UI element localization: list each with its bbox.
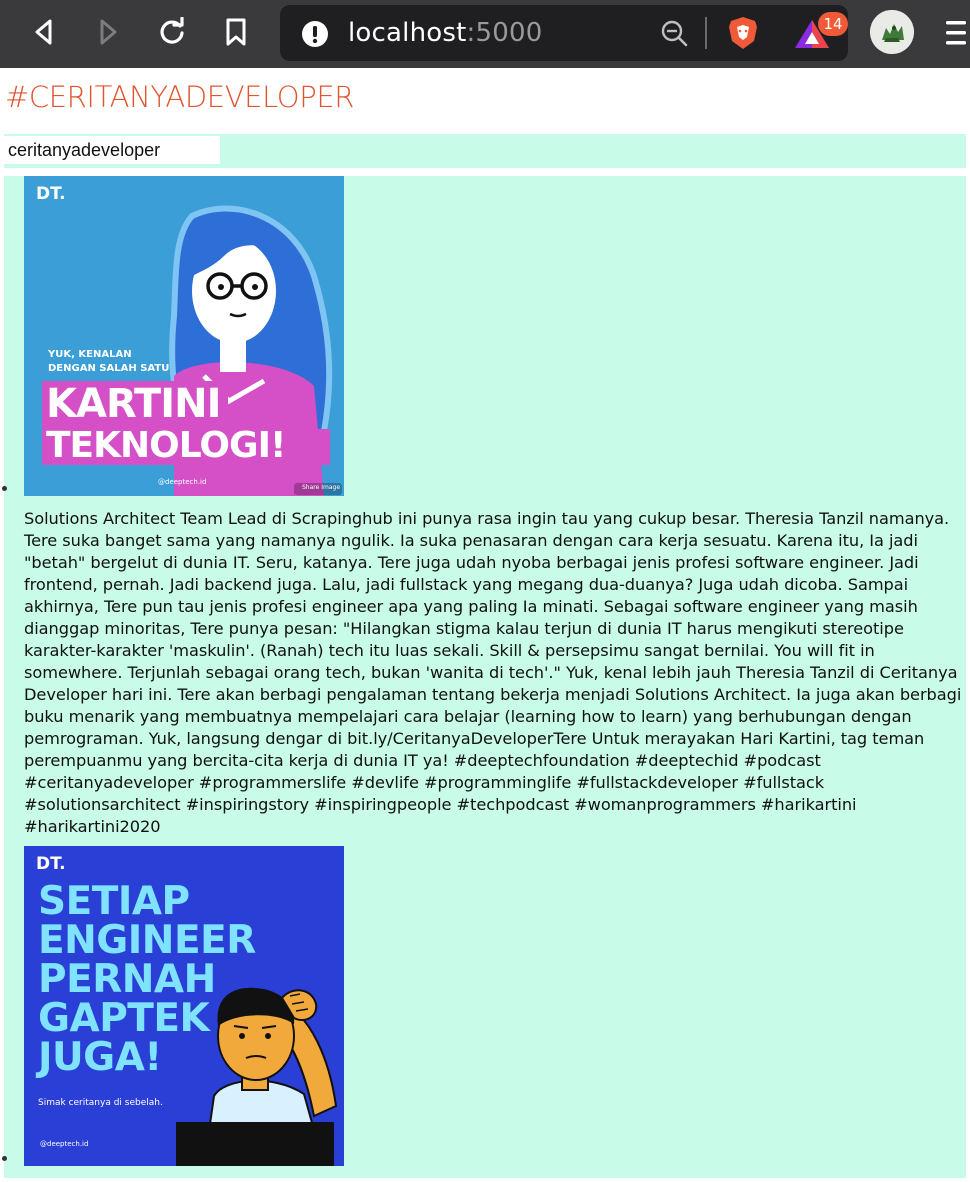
list-bullet	[2, 1156, 7, 1161]
headline-line: SETIAP	[38, 879, 190, 924]
kicker-line: YUK, KENALAN	[48, 349, 132, 360]
image-handle: @deeptech.id	[40, 1140, 89, 1148]
list-bullet	[2, 486, 7, 491]
page-title: #CERITANYADEVELOPER	[5, 80, 354, 114]
post-caption: Solutions Architect Team Lead di Scrapin…	[24, 509, 962, 836]
forward-icon[interactable]	[90, 14, 126, 50]
reload-icon[interactable]	[154, 14, 190, 50]
post-feed: DT. YUK, KENALAN DENGAN SALAH SATU KARTI…	[2, 176, 966, 1178]
site-info-icon[interactable]	[301, 20, 329, 52]
back-icon[interactable]	[26, 14, 62, 50]
headline-line: ENGINEER	[38, 918, 256, 963]
headline-line: GAPTEK	[38, 996, 210, 1041]
zoom-out-icon[interactable]	[660, 19, 688, 51]
headline-line: KARTINI	[46, 381, 221, 427]
url-text[interactable]: localhost:5000	[348, 18, 542, 48]
url-port: :5000	[466, 18, 543, 48]
share-image-label[interactable]: Share Image	[302, 484, 340, 491]
image-headline: SETIAP ENGINEER PERNAH GAPTEK JUGA!	[38, 882, 256, 1077]
rewards-badge: 14	[818, 12, 848, 36]
headline-line: TEKNOLOGI!	[46, 425, 286, 466]
browser-toolbar: localhost:5000 14	[0, 0, 970, 68]
headline-line: JUGA!	[38, 1035, 162, 1080]
kicker-line: DENGAN SALAH SATU	[48, 363, 170, 374]
image-kicker: YUK, KENALAN DENGAN SALAH SATU	[48, 348, 169, 376]
search-input[interactable]	[4, 136, 220, 164]
divider	[705, 17, 707, 49]
post-image-gaptek[interactable]: DT. SETIAP ENGINEER PERNAH GAPTEK JUGA! …	[24, 846, 344, 1166]
brave-shields-icon[interactable]	[725, 15, 761, 55]
headline-line: PERNAH	[38, 957, 216, 1002]
image-handle: @deeptech.id	[158, 478, 207, 486]
bookmark-icon[interactable]	[218, 14, 254, 50]
deeptech-logo: DT.	[36, 184, 66, 204]
deeptech-logo: DT.	[36, 854, 66, 874]
url-host: localhost	[348, 18, 467, 48]
search-band	[4, 134, 966, 168]
menu-icon[interactable]	[946, 18, 966, 52]
post-image-kartini[interactable]: DT. YUK, KENALAN DENGAN SALAH SATU KARTI…	[24, 176, 344, 496]
image-headline: KARTINI TEKNOLOGI!	[46, 381, 286, 466]
image-subtext: Simak ceritanya di sebelah.	[38, 1098, 163, 1108]
profile-avatar[interactable]	[870, 10, 914, 54]
address-bar[interactable]: localhost:5000	[280, 5, 848, 61]
